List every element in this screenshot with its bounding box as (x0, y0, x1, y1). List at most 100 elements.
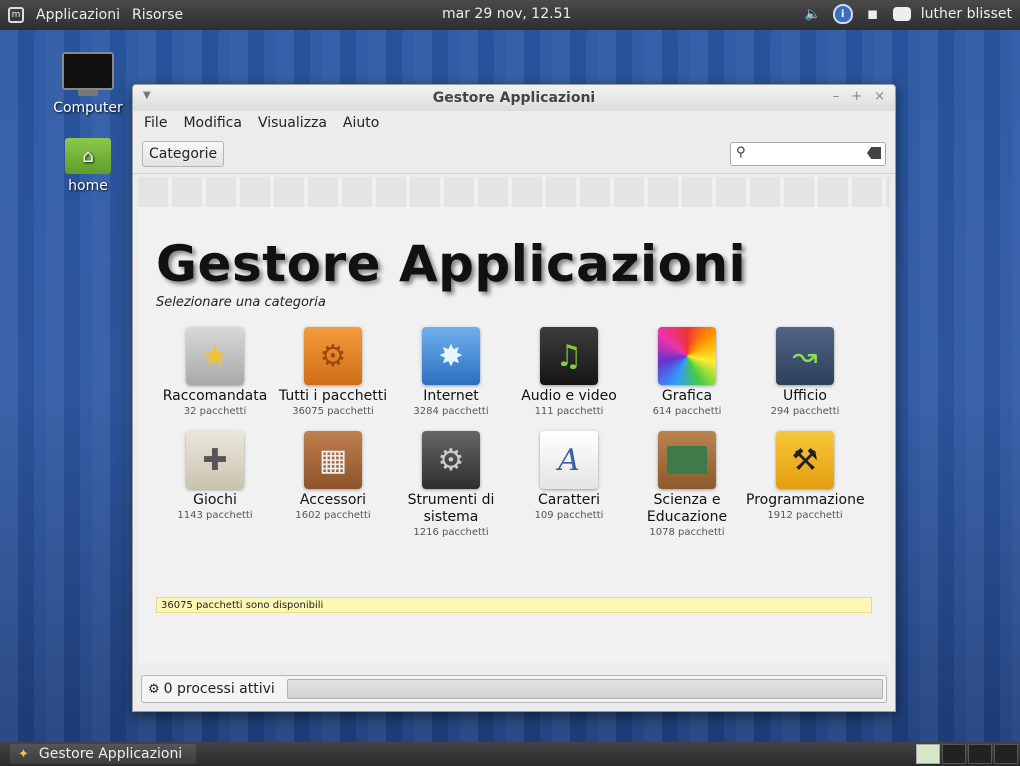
category-count: 1143 pacchetti (177, 510, 253, 521)
software-manager-icon: ✦ (18, 746, 29, 762)
gears-icon: ⚙ (304, 327, 362, 385)
packages-available-message: 36075 pacchetti sono disponibili (156, 597, 872, 613)
toolbar: Categorie ⚲ (133, 135, 895, 174)
chart-icon: ↝ (776, 327, 834, 385)
calculator-icon: ▦ (304, 431, 362, 489)
category-games[interactable]: ✚ Giochi 1143 pacchetti (156, 431, 274, 540)
category-count: 36075 pacchetti (292, 406, 374, 417)
category-count: 32 pacchetti (183, 406, 247, 417)
menu-file[interactable]: File (144, 115, 167, 131)
category-name: Accessori (299, 492, 367, 508)
category-name: Caratteri (538, 492, 600, 508)
category-name: Ufficio (783, 388, 827, 404)
active-processes-label[interactable]: 0 processi attivi (164, 681, 275, 697)
clear-search-icon[interactable] (867, 147, 881, 159)
window-titlebar[interactable]: ▼ Gestore Applicazioni – + × (133, 85, 895, 111)
places-menu[interactable]: Risorse (132, 7, 183, 23)
construction-icon: ⚒ (776, 431, 834, 489)
category-view: Gestore Applicazioni Selezionare una cat… (138, 177, 890, 663)
taskbar-item-label: Gestore Applicazioni (38, 746, 183, 762)
category-recommended[interactable]: ★ Raccomandata 32 pacchetti (156, 327, 274, 419)
category-name: Strumenti di sistema (407, 492, 495, 525)
category-fonts[interactable]: A Caratteri 109 pacchetti (510, 431, 628, 540)
workspace-3[interactable] (968, 744, 992, 764)
gamepad-icon: ✚ (186, 431, 244, 489)
desktop-icon-label: Computer (53, 100, 123, 116)
category-audio-video[interactable]: ♫ Audio e video 111 pacchetti (510, 327, 628, 419)
maximize-button[interactable]: + (851, 89, 862, 104)
chalkboard-icon (658, 431, 716, 489)
home-folder-icon: ⌂ (65, 138, 111, 174)
progress-bar (287, 679, 883, 699)
category-count: 1602 pacchetti (295, 510, 371, 521)
monitor-icon (62, 52, 114, 96)
category-science-education[interactable]: Scienza e Educazione 1078 pacchetti (628, 431, 746, 540)
categories-button[interactable]: Categorie (142, 141, 225, 167)
workspace-1[interactable] (916, 744, 940, 764)
desktop-icon-label: home (68, 178, 108, 194)
category-system-tools[interactable]: ⚙ Strumenti di sistema 1216 pacchetti (392, 431, 510, 540)
search-input[interactable] (753, 145, 867, 161)
category-all-packages[interactable]: ⚙ Tutti i pacchetti 36075 pacchetti (274, 327, 392, 419)
category-count: 111 pacchetti (534, 406, 604, 417)
gear-icon: ⚙ (148, 681, 160, 697)
font-icon: A (540, 431, 598, 489)
taskbar-item-software-manager[interactable]: ✦ Gestore Applicazioni (10, 744, 197, 764)
search-icon: ⚲ (736, 145, 746, 160)
minimize-button[interactable]: – (833, 89, 840, 104)
category-name: Tutti i pacchetti (278, 388, 388, 404)
star-icon: ★ (186, 327, 244, 385)
menu-view[interactable]: Visualizza (258, 115, 327, 131)
workspace-switcher (916, 744, 1018, 764)
category-name: Audio e video (521, 388, 617, 404)
desktop-icon-home[interactable]: ⌂ home (43, 138, 133, 194)
update-shield-icon[interactable]: i (832, 4, 853, 24)
category-name: Internet (423, 388, 479, 404)
mint-menu-icon[interactable]: m (8, 7, 24, 23)
menu-help[interactable]: Aiuto (343, 115, 379, 131)
status-bar: ⚙ 0 processi attivi (141, 675, 887, 703)
category-count: 1912 pacchetti (767, 510, 843, 521)
category-name: Giochi (193, 492, 237, 508)
category-name: Raccomandata (162, 388, 268, 404)
close-button[interactable]: × (874, 89, 885, 104)
window-title: Gestore Applicazioni (432, 90, 596, 106)
applications-menu[interactable]: Applicazioni (36, 7, 120, 23)
page-title: Gestore Applicazioni (156, 235, 747, 293)
workspace-4[interactable] (994, 744, 1018, 764)
category-count: 109 pacchetti (534, 510, 604, 521)
category-count: 294 pacchetti (770, 406, 840, 417)
clock[interactable]: mar 29 nov, 12.51 (442, 6, 571, 22)
category-accessories[interactable]: ▦ Accessori 1602 pacchetti (274, 431, 392, 540)
bottom-panel: ✦ Gestore Applicazioni (0, 742, 1020, 766)
category-office[interactable]: ↝ Ufficio 294 pacchetti (746, 327, 864, 419)
globe-icon: ✸ (422, 327, 480, 385)
clapper-music-icon: ♫ (540, 327, 598, 385)
color-wheel-icon (658, 327, 716, 385)
chat-icon[interactable] (892, 7, 911, 21)
workspace-2[interactable] (942, 744, 966, 764)
network-icon[interactable]: ◼ (863, 4, 883, 24)
category-count: 614 pacchetti (652, 406, 722, 417)
system-gear-icon: ⚙ (422, 431, 480, 489)
desktop-icon-computer[interactable]: Computer (43, 52, 133, 116)
volume-icon[interactable]: 🔈 (803, 4, 823, 24)
category-count: 3284 pacchetti (413, 406, 489, 417)
category-name: Scienza e Educazione (646, 492, 728, 525)
category-count: 1078 pacchetti (649, 527, 725, 538)
category-grid: ★ Raccomandata 32 pacchetti ⚙ Tutti i pa… (156, 327, 876, 540)
category-name: Programmazione (746, 492, 865, 508)
software-manager-window: ▼ Gestore Applicazioni – + × File Modifi… (132, 84, 896, 712)
menubar: File Modifica Visualizza Aiuto (133, 111, 895, 135)
category-internet[interactable]: ✸ Internet 3284 pacchetti (392, 327, 510, 419)
page-subtitle: Selezionare una categoria (156, 295, 326, 310)
category-count: 1216 pacchetti (413, 527, 489, 538)
banner-decoration (138, 177, 890, 207)
category-programming[interactable]: ⚒ Programmazione 1912 pacchetti (746, 431, 865, 540)
category-name: Grafica (661, 388, 713, 404)
user-menu[interactable]: luther blisset (921, 6, 1012, 22)
menu-edit[interactable]: Modifica (183, 115, 242, 131)
top-panel: m Applicazioni Risorse mar 29 nov, 12.51… (0, 0, 1020, 30)
category-graphics[interactable]: Grafica 614 pacchetti (628, 327, 746, 419)
search-box[interactable]: ⚲ (730, 142, 886, 166)
